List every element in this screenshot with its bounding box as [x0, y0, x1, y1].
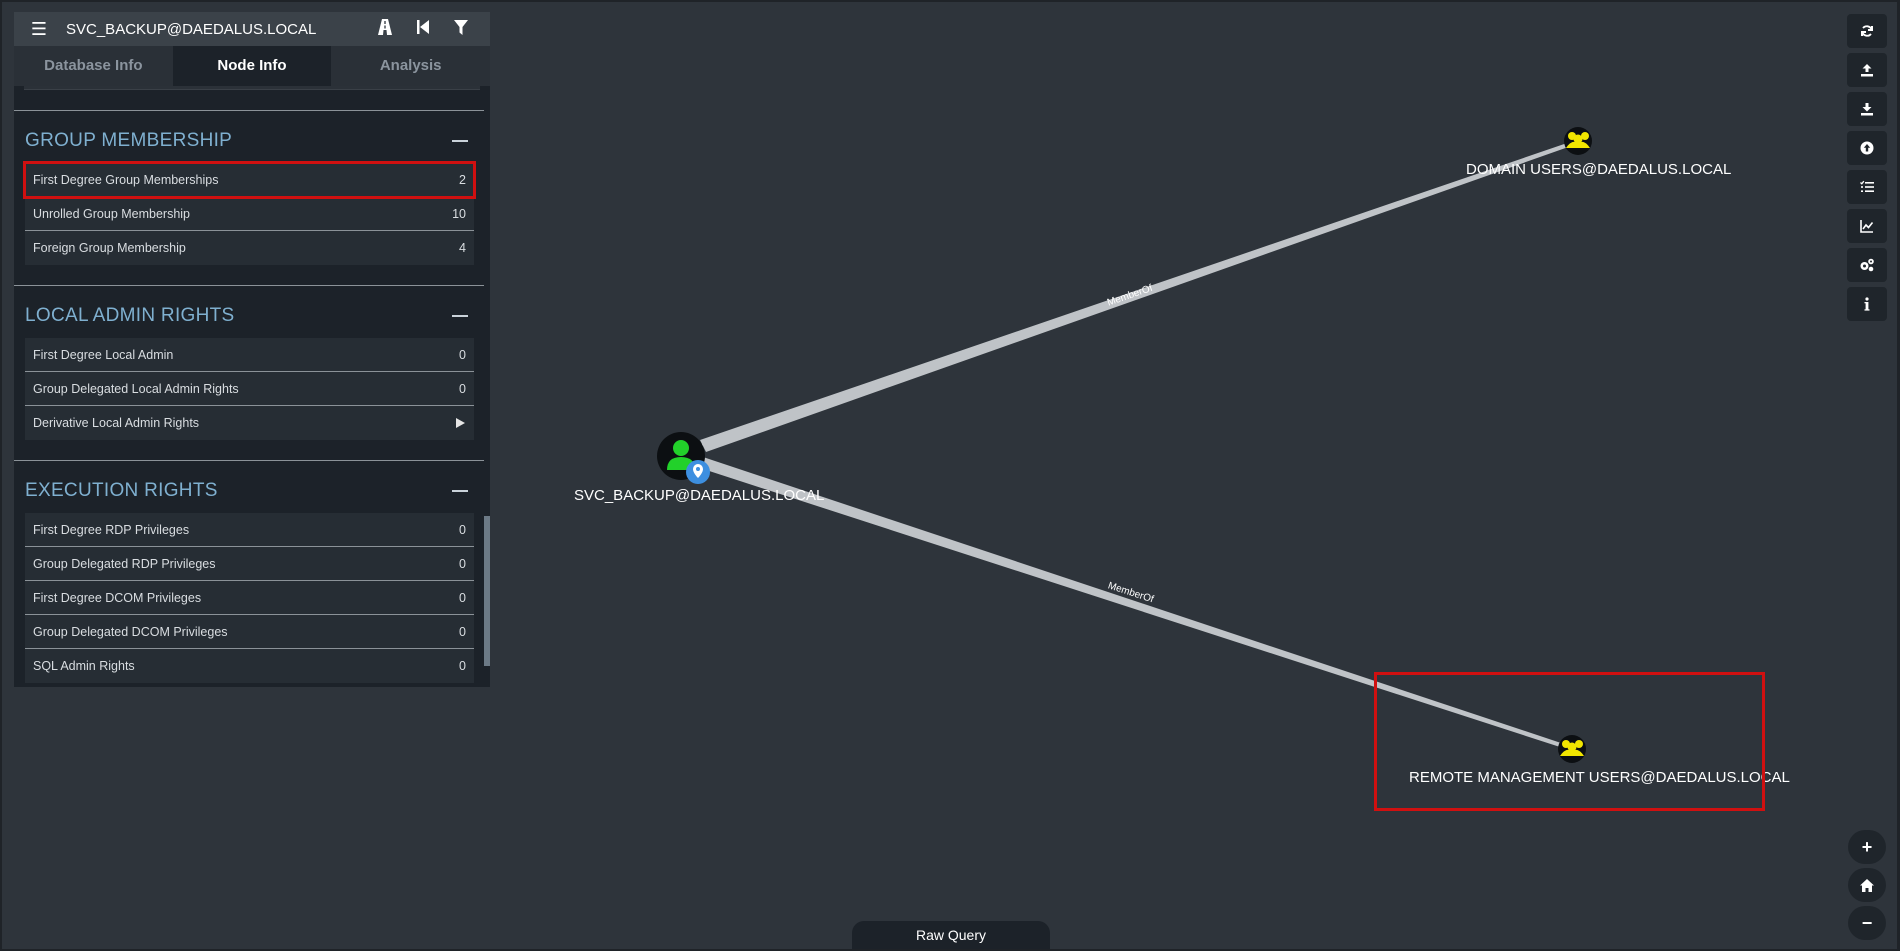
path-icon[interactable]	[366, 19, 404, 39]
row-group-delegated-dcom[interactable]: Group Delegated DCOM Privileges 0	[25, 615, 474, 649]
back-icon[interactable]	[404, 20, 442, 38]
play-icon[interactable]	[456, 418, 465, 428]
row-value: 0	[459, 590, 466, 605]
zoom-out-button[interactable]: −	[1848, 906, 1886, 940]
row-label: Group Delegated RDP Privileges	[33, 556, 216, 571]
row-label: Unrolled Group Membership	[33, 206, 191, 221]
row-label: Group Delegated Local Admin Rights	[33, 381, 239, 396]
row-group-delegated-rdp[interactable]: Group Delegated RDP Privileges 0	[25, 547, 474, 581]
section-local-admin-rights: LOCAL ADMIN RIGHTS First Degree Local Ad…	[14, 285, 484, 460]
row-label: Group Delegated DCOM Privileges	[33, 624, 228, 639]
upload-icon[interactable]	[1847, 53, 1887, 87]
settings-icon[interactable]	[1847, 248, 1887, 282]
row-label: First Degree DCOM Privileges	[33, 590, 202, 605]
panel-body: GROUP MEMBERSHIP First Degree Group Memb…	[14, 86, 490, 687]
collapse-icon[interactable]	[452, 315, 468, 317]
row-foreign-group-membership[interactable]: Foreign Group Membership 4	[25, 231, 474, 265]
home-icon[interactable]	[1848, 868, 1886, 902]
queries-icon[interactable]	[1847, 170, 1887, 204]
node-label-svc-backup: SVC_BACKUP@DAEDALUS.LOCAL	[574, 487, 824, 504]
row-value: 4	[459, 241, 466, 255]
row-value: 0	[459, 347, 466, 362]
download-icon[interactable]	[1847, 92, 1887, 126]
zoom-controls: + −	[1848, 830, 1886, 944]
section-title: EXECUTION RIGHTS	[25, 480, 218, 501]
zoom-in-button[interactable]: +	[1848, 830, 1886, 864]
row-value: 0	[459, 381, 466, 396]
user-icon	[673, 440, 689, 456]
panel-header: ☰ SVC_BACKUP@DAEDALUS.LOCAL	[14, 12, 490, 46]
row-first-degree-dcom[interactable]: First Degree DCOM Privileges 0	[25, 581, 474, 615]
row-value: 0	[459, 624, 466, 639]
row-first-degree-group-memberships[interactable]: First Degree Group Memberships 2	[23, 161, 476, 199]
remote-mgmt-highlight-box	[1374, 672, 1765, 811]
panel-scrollbar[interactable]	[484, 516, 490, 666]
node-info-panel: ☰ SVC_BACKUP@DAEDALUS.LOCAL Database Inf…	[14, 12, 490, 687]
tab-database-info[interactable]: Database Info	[14, 46, 173, 86]
row-label: First Degree Group Memberships	[33, 172, 219, 187]
refresh-icon[interactable]	[1847, 14, 1887, 48]
collapse-icon[interactable]	[452, 490, 468, 492]
group-node-domain-users[interactable]	[1564, 127, 1592, 155]
row-value: 0	[459, 522, 466, 537]
stats-icon[interactable]	[1847, 209, 1887, 243]
tab-node-info[interactable]: Node Info	[172, 46, 332, 86]
info-icon[interactable]	[1847, 287, 1887, 321]
row-value: 10	[452, 206, 466, 221]
section-title: LOCAL ADMIN RIGHTS	[25, 305, 235, 326]
row-label: Foreign Group Membership	[33, 241, 186, 255]
import-icon[interactable]	[1847, 131, 1887, 165]
node-label-domain-users: DOMAIN USERS@DAEDALUS.LOCAL	[1466, 161, 1731, 178]
section-execution-rights: EXECUTION RIGHTS First Degree RDP Privil…	[14, 460, 484, 683]
row-label: Derivative Local Admin Rights	[33, 416, 200, 430]
row-sql-admin-rights[interactable]: SQL Admin Rights 0	[25, 649, 474, 683]
section-title: GROUP MEMBERSHIP	[25, 130, 233, 151]
row-value: 0	[459, 556, 466, 571]
row-value: 0	[459, 659, 466, 673]
right-toolbar	[1847, 14, 1887, 326]
search-node-title[interactable]: SVC_BACKUP@DAEDALUS.LOCAL	[54, 21, 366, 38]
row-label: SQL Admin Rights	[33, 659, 135, 673]
row-label: First Degree RDP Privileges	[33, 522, 190, 537]
section-group-membership: GROUP MEMBERSHIP First Degree Group Memb…	[14, 110, 484, 285]
row-first-degree-rdp[interactable]: First Degree RDP Privileges 0	[25, 513, 474, 547]
raw-query-button[interactable]: Raw Query	[852, 921, 1050, 951]
filter-icon[interactable]	[442, 19, 480, 39]
row-value: 2	[459, 172, 466, 187]
row-group-delegated-local-admin[interactable]: Group Delegated Local Admin Rights 0	[25, 372, 474, 406]
tab-bar: Database Info Node Info Analysis	[14, 46, 490, 86]
row-label: First Degree Local Admin	[33, 347, 174, 362]
row-first-degree-local-admin[interactable]: First Degree Local Admin 0	[25, 338, 474, 372]
collapse-icon[interactable]	[452, 140, 468, 142]
row-derivative-local-admin[interactable]: Derivative Local Admin Rights	[25, 406, 474, 440]
row-unrolled-group-membership[interactable]: Unrolled Group Membership 10	[25, 197, 474, 231]
tab-analysis[interactable]: Analysis	[331, 46, 490, 86]
menu-icon[interactable]: ☰	[24, 19, 54, 40]
